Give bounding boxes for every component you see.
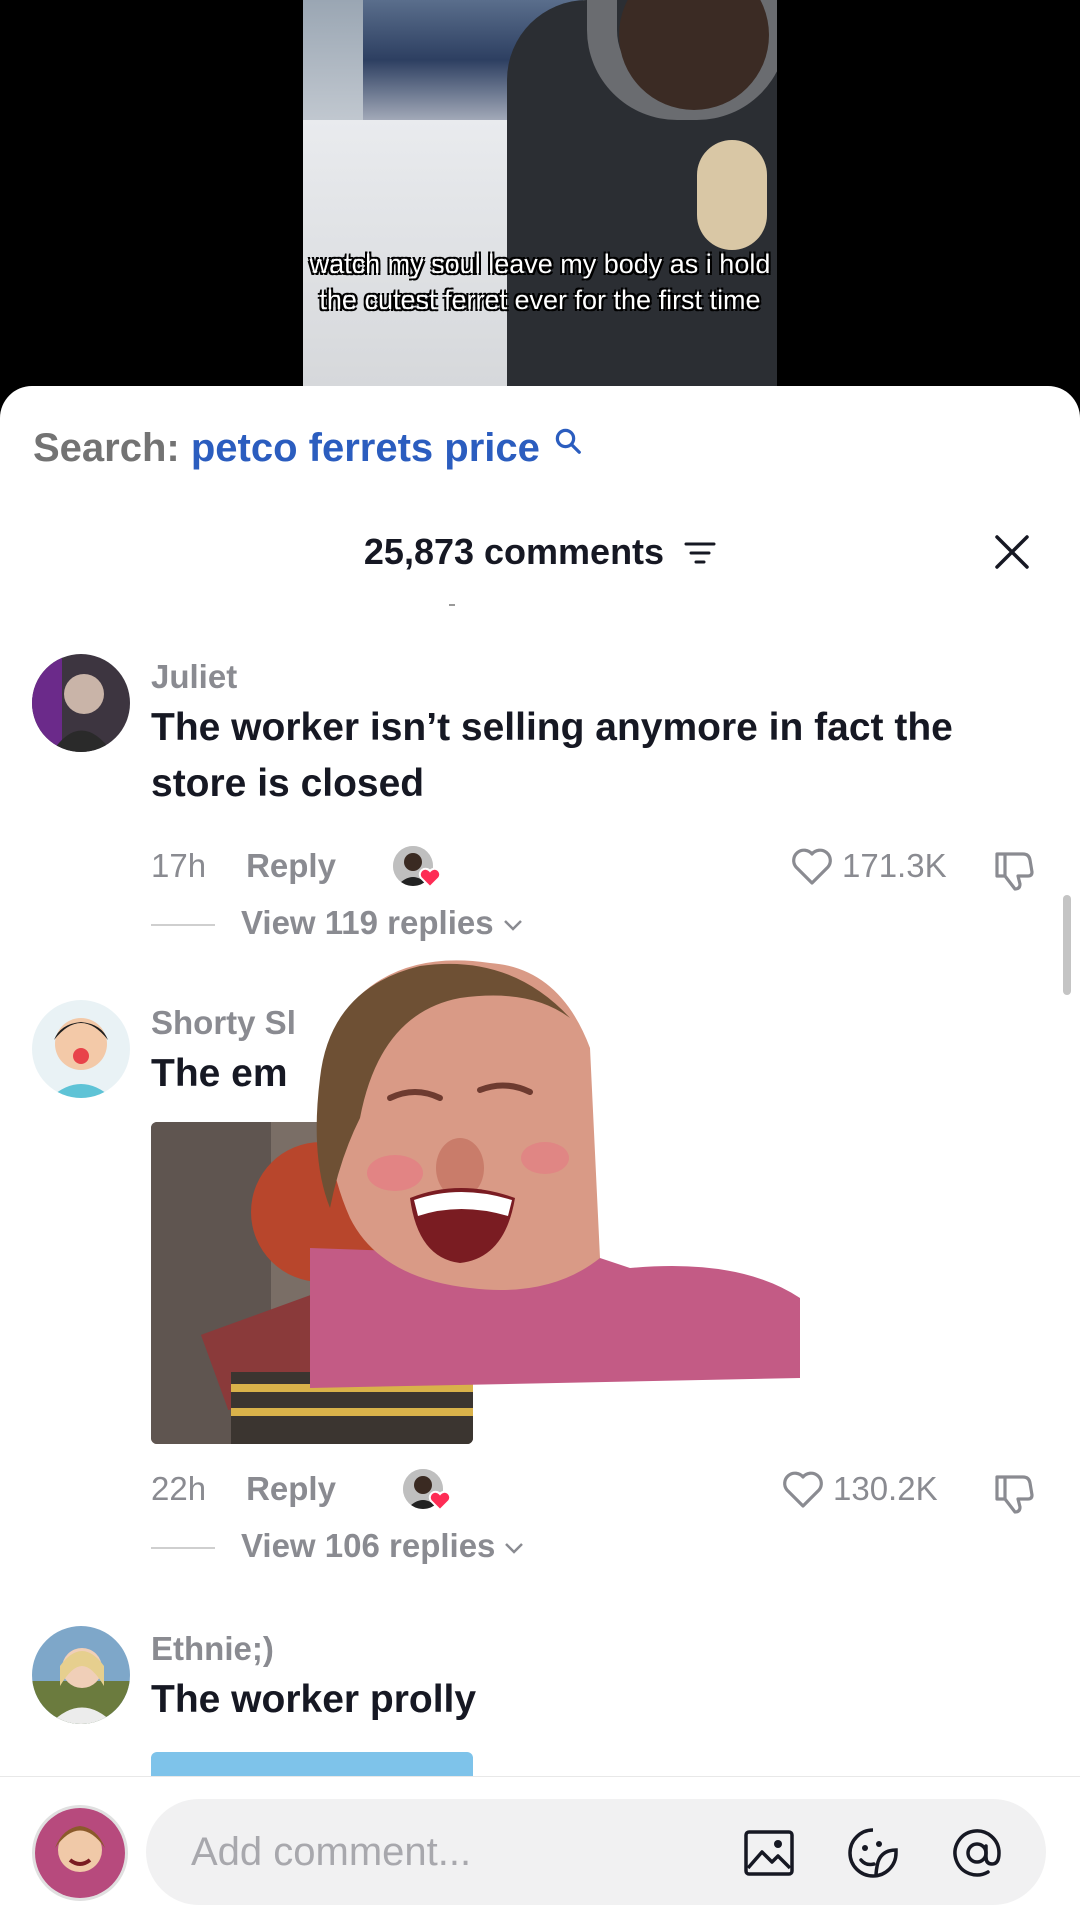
heart-icon	[792, 848, 832, 885]
comments-sheet: Search: petco ferrets price 25,873 comme…	[0, 386, 1080, 1920]
reply-button[interactable]: Reply	[246, 847, 336, 884]
avatar[interactable]	[32, 654, 130, 752]
search-term[interactable]: petco ferrets price	[191, 426, 540, 470]
comment-input-container[interactable]	[146, 1799, 1046, 1905]
video-frame[interactable]	[303, 0, 777, 400]
video-caption: watch my soul leave my body as i hold th…	[309, 249, 771, 315]
view-replies-label: View 119 replies	[241, 904, 494, 941]
like-count: 130.2K	[833, 1470, 938, 1507]
my-avatar[interactable]	[32, 1805, 128, 1901]
ferret	[697, 140, 767, 250]
like-button[interactable]: 130.2K	[781, 1469, 938, 1509]
chevron-down-icon	[503, 920, 522, 931]
comment-text: The worker isn’t selling anymore in fact…	[151, 706, 953, 805]
comment-composer	[0, 1776, 1080, 1920]
replies-divider-line	[151, 924, 215, 927]
search-suggestion[interactable]: Search: petco ferrets price	[33, 426, 583, 471]
like-count: 171.3K	[842, 847, 947, 884]
close-icon[interactable]	[992, 532, 1032, 572]
scrollbar[interactable]	[1063, 895, 1071, 995]
reply-button[interactable]: Reply	[246, 1470, 336, 1507]
search-label: Search:	[33, 426, 180, 470]
creator-heart-icon	[428, 1490, 452, 1511]
comment-username[interactable]: Juliet	[151, 658, 237, 696]
comment-meta: 17h Reply	[151, 847, 336, 885]
heart-icon	[783, 1471, 823, 1508]
divider-dot	[449, 604, 455, 606]
avatar[interactable]	[32, 1000, 130, 1098]
comment-text: The worker prolly	[151, 1678, 477, 1721]
comment-count: 25,873 comments	[363, 531, 665, 572]
mention-icon[interactable]	[950, 1826, 1004, 1880]
view-replies-label: View 106 replies	[241, 1527, 496, 1564]
emoji-sticker-icon[interactable]	[846, 1826, 900, 1880]
image-icon[interactable]	[742, 1826, 796, 1880]
comments-header: 25,873 comments	[0, 531, 1080, 573]
chevron-down-icon	[505, 1543, 524, 1554]
view-replies-button[interactable]: View 106 replies	[151, 1527, 525, 1565]
comment-time: 22h	[151, 1470, 207, 1507]
like-button[interactable]: 171.3K	[790, 846, 947, 886]
search-icon	[555, 428, 581, 454]
video-player[interactable]: watch my soul leave my body as i hold th…	[0, 0, 1080, 400]
laughing-face-sticker	[310, 960, 800, 1388]
comment-meta: 22h Reply	[151, 1470, 336, 1508]
avatar[interactable]	[32, 1626, 130, 1724]
add-comment-input[interactable]	[191, 1799, 711, 1905]
replies-divider-line	[151, 1547, 215, 1550]
dislike-icon[interactable]	[991, 1471, 1037, 1515]
creator-heart-icon	[418, 867, 442, 888]
sort-filter-icon[interactable]	[684, 538, 716, 568]
comment-username[interactable]: Ethnie;)	[151, 1630, 274, 1668]
comment-username[interactable]: Shorty Sl	[151, 1004, 296, 1042]
comment-time: 17h	[151, 847, 207, 884]
dislike-icon[interactable]	[991, 848, 1037, 892]
view-replies-button[interactable]: View 119 replies	[151, 904, 524, 942]
